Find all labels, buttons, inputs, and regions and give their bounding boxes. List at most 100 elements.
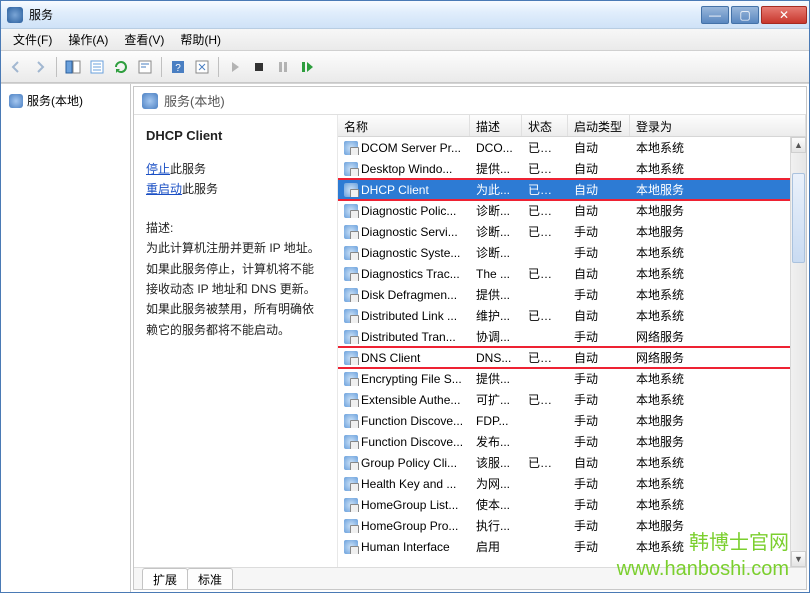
help-button-2[interactable] [191, 56, 213, 78]
menu-action[interactable]: 操作(A) [60, 29, 116, 50]
row-name: Function Discove... [361, 414, 463, 428]
table-row[interactable]: Encrypting File S...提供...手动本地系统 [338, 368, 806, 389]
table-row[interactable]: Diagnostics Trac...The ...已启动自动本地系统 [338, 263, 806, 284]
cell-desc: 提供... [470, 370, 522, 387]
table-row[interactable]: DNS ClientDNS...已启动自动网络服务 [338, 347, 806, 368]
scroll-down-icon[interactable]: ▼ [791, 551, 806, 567]
cell-status: 已启动 [522, 307, 568, 324]
cell-name: DNS Client [338, 351, 470, 365]
table-row[interactable]: Desktop Windo...提供...已启动自动本地系统 [338, 158, 806, 179]
restart-service-button[interactable] [296, 56, 318, 78]
service-icon [344, 414, 358, 428]
show-hide-tree-button[interactable] [62, 56, 84, 78]
cell-desc: 发布... [470, 433, 522, 450]
service-icon [344, 225, 358, 239]
table-row[interactable]: Human Interface启用手动本地系统 [338, 536, 806, 557]
minimize-button[interactable]: — [701, 6, 729, 24]
col-status[interactable]: 状态 [522, 115, 568, 136]
row-name: Diagnostic Servi... [361, 225, 458, 239]
service-icon [344, 456, 358, 470]
cell-status: 已启动 [522, 265, 568, 282]
scroll-thumb[interactable] [792, 173, 805, 263]
cell-startup: 自动 [568, 454, 630, 471]
table-row[interactable]: Distributed Link ...维护...已启动自动本地系统 [338, 305, 806, 326]
row-name: Health Key and ... [361, 477, 456, 491]
cell-name: Distributed Link ... [338, 309, 470, 323]
detail-pane: 服务(本地) DHCP Client 停止此服务 重启动此服务 描述: 为此计算… [133, 86, 807, 590]
cell-logon: 本地系统 [630, 538, 806, 555]
col-name[interactable]: 名称 [338, 115, 470, 136]
menubar: 文件(F) 操作(A) 查看(V) 帮助(H) [1, 29, 809, 51]
cell-status: 已启动 [522, 223, 568, 240]
tab-extended[interactable]: 扩展 [142, 568, 188, 590]
table-row[interactable]: Diagnostic Servi...诊断...已启动手动本地服务 [338, 221, 806, 242]
vertical-scrollbar[interactable]: ▲ ▼ [790, 137, 806, 567]
stop-service-button[interactable] [248, 56, 270, 78]
cell-startup: 手动 [568, 286, 630, 303]
table-row[interactable]: Function Discove...FDP...手动本地服务 [338, 410, 806, 431]
cell-name: Encrypting File S... [338, 372, 470, 386]
stop-service-line: 停止此服务 [146, 159, 325, 179]
cell-desc: FDP... [470, 414, 522, 428]
services-window: 服务 — ▢ ✕ 文件(F) 操作(A) 查看(V) 帮助(H) ? [0, 0, 810, 593]
col-description[interactable]: 描述 [470, 115, 522, 136]
svg-text:?: ? [175, 63, 181, 74]
cell-startup: 自动 [568, 181, 630, 198]
cell-logon: 网络服务 [630, 328, 806, 345]
table-row[interactable]: Function Discove...发布...手动本地服务 [338, 431, 806, 452]
cell-logon: 网络服务 [630, 349, 806, 366]
table-row[interactable]: Distributed Tran...协调...手动网络服务 [338, 326, 806, 347]
table-row[interactable]: DHCP Client为此...已启动自动本地服务 [338, 179, 806, 200]
help-button[interactable]: ? [167, 56, 189, 78]
table-row[interactable]: Diagnostic Syste...诊断...手动本地系统 [338, 242, 806, 263]
cell-logon: 本地系统 [630, 139, 806, 156]
nav-pane: 服务(本地) [1, 84, 131, 592]
col-logon[interactable]: 登录为 [630, 115, 806, 136]
table-row[interactable]: Disk Defragmen...提供...手动本地系统 [338, 284, 806, 305]
scroll-up-icon[interactable]: ▲ [791, 137, 806, 153]
menu-help[interactable]: 帮助(H) [172, 29, 229, 50]
start-service-button[interactable] [224, 56, 246, 78]
refresh-button[interactable] [110, 56, 132, 78]
table-row[interactable]: HomeGroup Pro...执行...手动本地服务 [338, 515, 806, 536]
selected-service-name: DHCP Client [146, 125, 325, 147]
back-button[interactable] [5, 56, 27, 78]
tab-standard[interactable]: 标准 [187, 568, 233, 590]
row-name: Encrypting File S... [361, 372, 462, 386]
separator [56, 57, 57, 77]
table-row[interactable]: Extensible Authe...可扩...已启动手动本地系统 [338, 389, 806, 410]
table-row[interactable]: Group Policy Cli...该服...已启动自动本地系统 [338, 452, 806, 473]
row-name: Diagnostic Syste... [361, 246, 460, 260]
restart-service-link[interactable]: 重启动 [146, 182, 182, 196]
service-icon [344, 435, 358, 449]
service-icon [344, 540, 358, 554]
table-row[interactable]: HomeGroup List...使本...手动本地系统 [338, 494, 806, 515]
stop-service-link[interactable]: 停止 [146, 162, 170, 176]
menu-file[interactable]: 文件(F) [5, 29, 60, 50]
maximize-button[interactable]: ▢ [731, 6, 759, 24]
row-name: Diagnostics Trac... [361, 267, 460, 281]
service-icon [344, 183, 358, 197]
cell-startup: 手动 [568, 370, 630, 387]
service-icon [142, 93, 158, 109]
cell-name: Group Policy Cli... [338, 456, 470, 470]
cell-desc: 可扩... [470, 391, 522, 408]
service-icon [344, 393, 358, 407]
close-button[interactable]: ✕ [761, 6, 807, 24]
service-icon [344, 288, 358, 302]
pause-service-button[interactable] [272, 56, 294, 78]
nav-local-services[interactable]: 服务(本地) [5, 90, 126, 111]
table-row[interactable]: DCOM Server Pr...DCO...已启动自动本地系统 [338, 137, 806, 158]
forward-button[interactable] [29, 56, 51, 78]
row-name: DNS Client [361, 351, 420, 365]
cell-desc: The ... [470, 267, 522, 281]
table-row[interactable]: Health Key and ...为网...手动本地系统 [338, 473, 806, 494]
cell-name: Diagnostic Servi... [338, 225, 470, 239]
cell-name: Human Interface [338, 540, 470, 554]
properties-button[interactable] [134, 56, 156, 78]
menu-view[interactable]: 查看(V) [116, 29, 172, 50]
scroll-track[interactable] [791, 153, 806, 551]
table-row[interactable]: Diagnostic Polic...诊断...已启动自动本地服务 [338, 200, 806, 221]
export-list-button[interactable] [86, 56, 108, 78]
col-startup[interactable]: 启动类型 [568, 115, 630, 136]
